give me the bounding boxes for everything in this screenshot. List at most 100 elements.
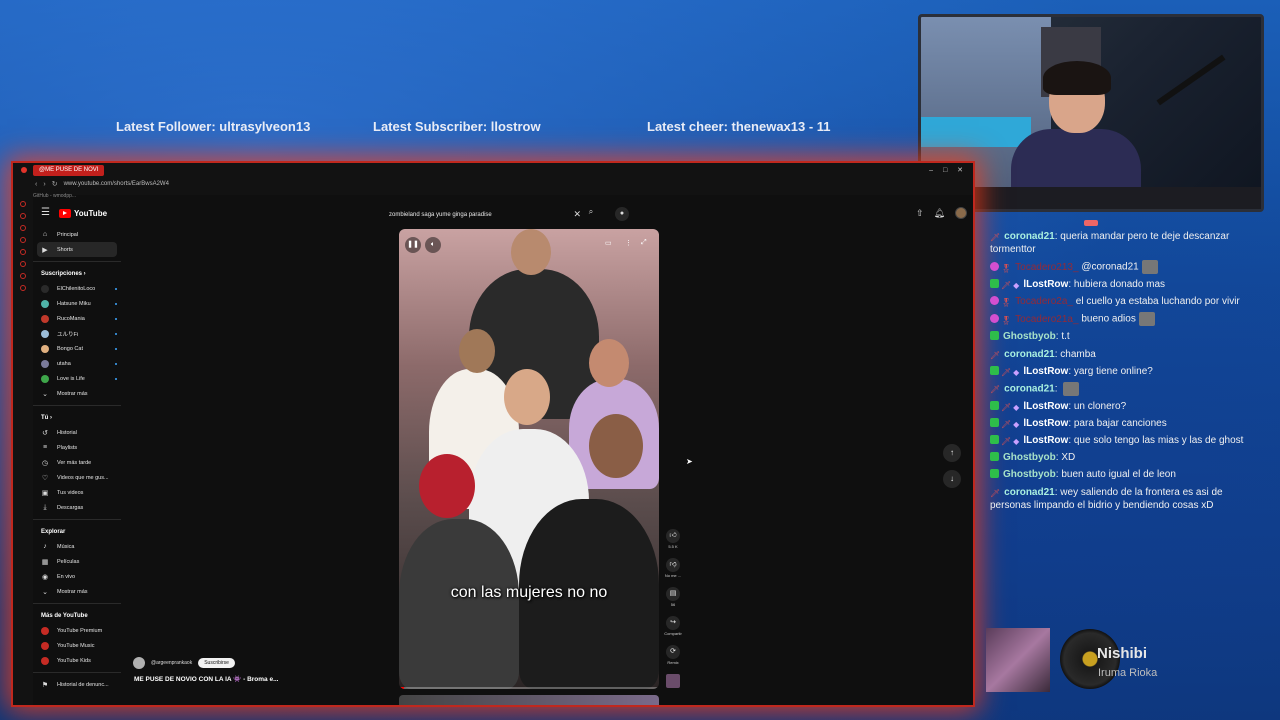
chat-username[interactable]: lLostRow <box>1023 366 1068 377</box>
chat-text: t.t <box>1061 331 1070 343</box>
bookmark-item[interactable]: GitHub - wmodpp... <box>33 193 76 199</box>
sidebar-item[interactable]: ElChilenitoLoco <box>33 281 121 296</box>
microphone-icon[interactable]: ● <box>615 207 629 221</box>
search-input[interactable]: zombieland saga yume ginga paradise ✕ ⌕ <box>385 207 617 222</box>
fullscreen-icon[interactable]: ⤢ <box>641 239 647 247</box>
dislike-button[interactable]: 👎︎ No me ... <box>660 558 686 587</box>
sidebar-item[interactable]: ⌂ Principal <box>33 227 121 242</box>
sidebar-item[interactable]: YouTube Premium <box>33 623 121 638</box>
sidebar-item[interactable]: Love is Life <box>33 371 121 386</box>
captions-icon[interactable]: ▭ <box>605 239 612 247</box>
sidebar-item[interactable]: YouTube Kids <box>33 653 121 668</box>
chat-username[interactable]: coronad21 <box>1004 487 1055 498</box>
chat-username[interactable]: Ghostbyob <box>1003 470 1056 481</box>
window-controls[interactable]: – □ ✕ <box>929 166 967 174</box>
sidebar-item[interactable]: ◷ Ver más tarde <box>33 455 121 470</box>
chat-username[interactable]: Ghostbyob <box>1003 452 1056 463</box>
sidebar-icon[interactable] <box>20 213 26 219</box>
video-title[interactable]: ME PUSE DE NOVIO CON LA IA 👾 - Broma e..… <box>134 675 279 683</box>
sidebar-item[interactable]: RucoMania <box>33 311 121 326</box>
sidebar-icon[interactable] <box>20 285 26 291</box>
subscriptions-heading[interactable]: Suscripciones › <box>33 266 121 281</box>
you-heading[interactable]: Tú › <box>33 410 121 425</box>
more-options-icon[interactable]: ⋮ <box>625 239 632 247</box>
sidebar-item[interactable]: ↺ Historial <box>33 425 121 440</box>
short-video[interactable]: ❚❚ 🔈︎ ▭ ⋮ ⤢ con las mujeres no no <box>399 229 659 689</box>
remix-button[interactable]: ⟳ Remix <box>660 645 686 674</box>
sidebar-icon[interactable] <box>20 249 26 255</box>
channel-avatar <box>41 314 49 323</box>
chat-username[interactable]: coronad21 <box>1004 231 1055 242</box>
video-progress-bar[interactable] <box>399 687 659 689</box>
sidebar-item-label: ユルりFi <box>57 331 79 338</box>
sidebar-item[interactable]: Bongo Cat <box>33 341 121 356</box>
chat-username[interactable]: Ghostbyob <box>1003 332 1056 343</box>
sidebar-item[interactable]: ♡ Videos que me gus... <box>33 470 121 485</box>
sidebar-item[interactable]: utaha <box>33 356 121 371</box>
subscribe-button[interactable]: Suscribirse <box>198 658 235 668</box>
like-button[interactable]: 👍︎ 5.5 K <box>660 529 686 558</box>
forward-icon[interactable]: › <box>43 181 45 188</box>
next-short-button[interactable]: ↓ <box>943 470 961 488</box>
sidebar-item[interactable]: ⤓ Descargas <box>33 500 121 515</box>
volume-icon[interactable]: 🔈︎ <box>425 237 441 253</box>
back-icon[interactable]: ‹ <box>35 181 37 188</box>
next-short-preview[interactable] <box>399 695 659 705</box>
show-more-explore[interactable]: ⌄ Mostrar más <box>33 584 121 599</box>
show-more-subscriptions[interactable]: ⌄ Mostrar más <box>33 386 121 401</box>
sidebar-item[interactable]: ♪ Música <box>33 539 121 554</box>
chat-username[interactable]: lLostRow <box>1023 435 1068 446</box>
chat-username[interactable]: Tocadero2a_ <box>1015 296 1073 307</box>
channel-avatar[interactable] <box>133 657 145 669</box>
address-bar[interactable]: ‹ › ↻ www.youtube.com/shorts/EarBwsA2W4 <box>35 178 875 190</box>
sidebar-item[interactable]: ▣ Tus videos <box>33 485 121 500</box>
channel-name[interactable]: @argeenprankaok <box>151 660 192 666</box>
sidebar-icon[interactable] <box>20 261 26 267</box>
sidebar-item[interactable]: ≡ Playlists <box>33 440 121 455</box>
tab-active[interactable]: @ME PUSE DE NOVI <box>33 164 105 176</box>
sidebar-item[interactable]: ▶ Shorts <box>37 242 117 257</box>
search-query[interactable]: zombieland saga yume ginga paradise <box>389 212 492 218</box>
bell-icon[interactable]: 🔔︎ <box>934 208 945 219</box>
sidebar-item[interactable]: YouTube Music <box>33 638 121 653</box>
sidebar-item[interactable]: ▦ Películas <box>33 554 121 569</box>
new-content-dot <box>115 317 117 320</box>
previous-short-button[interactable]: ↑ <box>943 444 961 462</box>
chat-badges: 🗡︎ ◆ <box>990 417 1021 430</box>
sound-thumbnail[interactable] <box>660 674 686 703</box>
sidebar-item-label: Películas <box>57 558 80 565</box>
chat-text: chamba <box>1060 348 1096 360</box>
chat-username[interactable]: lLostRow <box>1023 401 1068 412</box>
chat-message: 🗡︎ coronad21: queria mandar pero te deje … <box>990 231 1230 256</box>
reload-icon[interactable]: ↻ <box>52 180 58 188</box>
search-icon[interactable]: ⌕ <box>583 207 599 222</box>
sidebar-item[interactable]: ◉ En vivo <box>33 569 121 584</box>
share-button[interactable]: ↪ Compartir <box>660 616 686 645</box>
sidebar-icon[interactable] <box>20 273 26 279</box>
pause-icon[interactable]: ❚❚ <box>405 237 421 253</box>
upload-icon[interactable]: ⇧ <box>916 208 924 219</box>
check-badge-icon <box>990 469 999 479</box>
chat-username[interactable]: lLostRow <box>1023 279 1068 290</box>
sidebar-item[interactable]: ユルりFi <box>33 326 121 341</box>
opera-icon[interactable] <box>21 167 27 173</box>
chat-username[interactable]: lLostRow <box>1023 418 1068 429</box>
sidebar-item-label: Principal <box>57 231 79 238</box>
comments-button[interactable]: ▤ 56 <box>660 587 686 616</box>
avatar[interactable] <box>955 207 967 219</box>
sidebar-icon[interactable] <box>20 237 26 243</box>
channel-avatar <box>41 626 49 635</box>
url-text[interactable]: www.youtube.com/shorts/EarBwsA2W4 <box>64 181 169 187</box>
report-history[interactable]: ⚑ Historial de denunc... <box>33 677 121 692</box>
hamburger-menu-icon[interactable]: ☰ <box>41 207 50 218</box>
sidebar-item[interactable]: Hatsune Miku <box>33 296 121 311</box>
sidebar-icon[interactable] <box>20 225 26 231</box>
youtube-logo[interactable]: YouTube <box>59 209 107 218</box>
playlist-icon: ≡ <box>42 444 48 451</box>
clear-search-icon[interactable]: ✕ <box>573 209 581 220</box>
chat-username[interactable]: Tocadero213_ <box>1015 262 1078 273</box>
chat-username[interactable]: coronad21 <box>1004 349 1055 360</box>
chat-username[interactable]: Tocadero21a_ <box>1015 314 1078 325</box>
chat-username[interactable]: coronad21 <box>1004 383 1055 394</box>
sidebar-icon[interactable] <box>20 201 26 207</box>
